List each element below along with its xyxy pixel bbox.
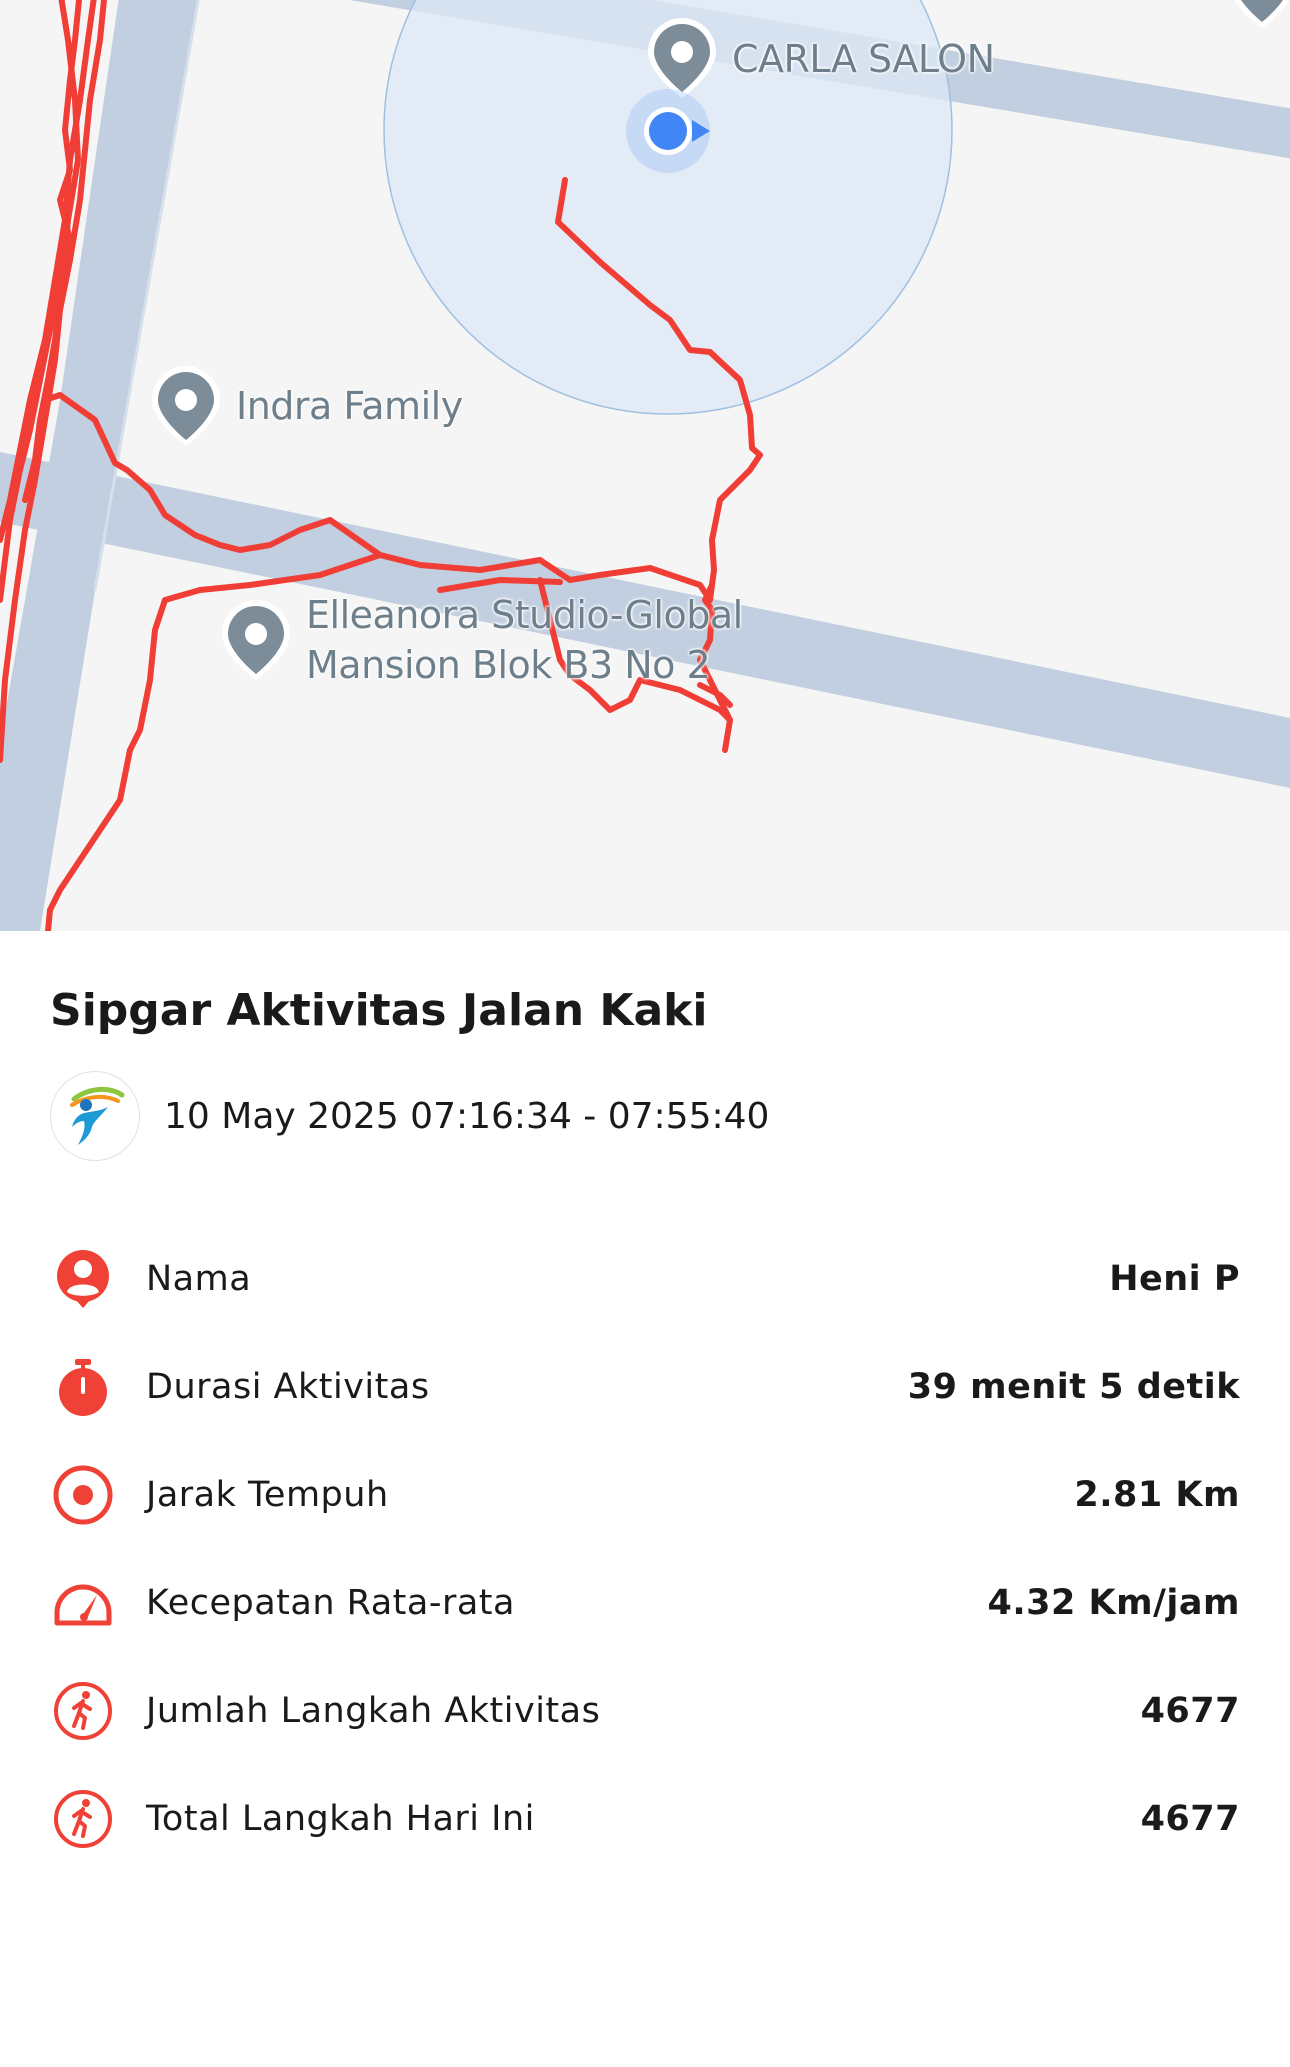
speedometer-icon	[50, 1570, 116, 1636]
stats-list: Nama Heni P Durasi Aktivitas 39 menit 5 …	[50, 1225, 1240, 1873]
walking-icon	[50, 1678, 116, 1744]
app-logo	[50, 1071, 140, 1161]
stat-value: Heni P	[1109, 1259, 1240, 1299]
place-pin-indra	[152, 366, 220, 446]
walking-icon	[50, 1786, 116, 1852]
stat-label: Jarak Tempuh	[146, 1475, 389, 1515]
activity-summary: Sipgar Aktivitas Jalan Kaki 10 May 2025 …	[0, 931, 1290, 1873]
activity-title: Sipgar Aktivitas Jalan Kaki	[50, 985, 708, 1036]
stat-label: Jumlah Langkah Aktivitas	[146, 1691, 601, 1731]
stopwatch-icon	[50, 1354, 116, 1420]
place-pin-elleanora	[222, 600, 290, 680]
stat-label: Nama	[146, 1259, 252, 1299]
map-canvas	[0, 0, 1290, 931]
stat-label: Total Langkah Hari Ini	[146, 1799, 535, 1839]
stat-row-langkah-aktivitas: Jumlah Langkah Aktivitas 4677	[50, 1657, 1240, 1765]
stat-row-kecepatan: Kecepatan Rata-rata 4.32 Km/jam	[50, 1549, 1240, 1657]
stat-row-durasi: Durasi Aktivitas 39 menit 5 detik	[50, 1333, 1240, 1441]
stat-value: 2.81 Km	[1074, 1475, 1240, 1515]
place-name: Indra Family	[236, 384, 463, 428]
stat-label: Durasi Aktivitas	[146, 1367, 430, 1407]
runner-logo-icon	[70, 1087, 125, 1145]
map-view[interactable]: CARLA SALON Indra Family Elleanora Studi…	[0, 0, 1290, 931]
stat-value: 4677	[1140, 1691, 1240, 1731]
place-label-carla[interactable]: CARLA SALON	[732, 34, 995, 84]
stat-label: Kecepatan Rata-rata	[146, 1583, 515, 1623]
stat-value: 39 menit 5 detik	[907, 1367, 1240, 1407]
place-name-line2: Mansion Blok B3 No 2	[306, 643, 711, 687]
activity-datetime: 10 May 2025 07:16:34 - 07:55:40	[164, 1095, 770, 1137]
place-name: CARLA SALON	[732, 37, 995, 81]
stat-row-total-langkah: Total Langkah Hari Ini 4677	[50, 1765, 1240, 1873]
stat-row-jarak: Jarak Tempuh 2.81 Km	[50, 1441, 1240, 1549]
stat-value: 4677	[1140, 1799, 1240, 1839]
stat-row-nama: Nama Heni P	[50, 1225, 1240, 1333]
target-icon	[50, 1462, 116, 1528]
place-name-line1: Elleanora Studio-Global	[306, 593, 743, 637]
stat-value: 4.32 Km/jam	[987, 1583, 1240, 1623]
current-location-marker	[626, 89, 710, 173]
person-pin-icon	[50, 1246, 116, 1312]
place-label-elleanora[interactable]: Elleanora Studio-Global Mansion Blok B3 …	[306, 590, 743, 690]
place-pin-offscreen	[1234, 0, 1290, 28]
place-label-indra[interactable]: Indra Family	[236, 381, 463, 431]
session-info: 10 May 2025 07:16:34 - 07:55:40	[50, 1071, 1240, 1161]
